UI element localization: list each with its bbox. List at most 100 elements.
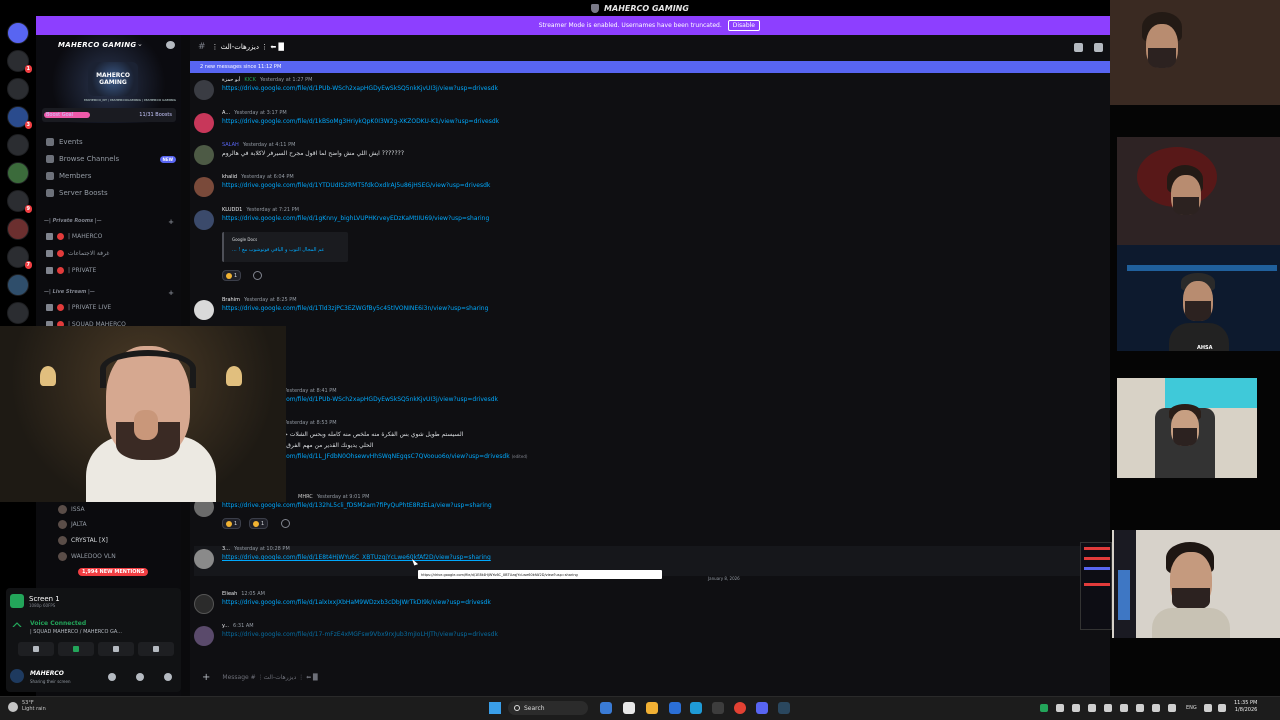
author[interactable]: Elieah (222, 591, 237, 597)
server-icon[interactable] (7, 274, 29, 296)
chevron-down-icon[interactable]: ⌄ (137, 40, 143, 48)
voice-channel[interactable]: | PRIVATE (46, 263, 96, 277)
avatar[interactable] (194, 626, 214, 646)
app-icon[interactable] (600, 702, 612, 714)
guild-name[interactable]: MAHERCO GAMING (58, 41, 136, 49)
server-icon[interactable] (7, 134, 29, 156)
tray-app-icon[interactable] (1088, 704, 1096, 712)
author[interactable]: 3... (222, 546, 230, 552)
signal-icon[interactable] (12, 622, 22, 632)
voice-member[interactable]: JALTA (58, 520, 87, 529)
screen-share-preview[interactable]: Screen 1 1080p 60FPS (10, 592, 176, 610)
weather-widget[interactable]: 53°F Light rain (22, 700, 46, 712)
wifi-icon[interactable] (1204, 704, 1212, 712)
new-mentions-badge[interactable]: 1,994 NEW MENTIONS (78, 568, 149, 576)
author[interactable]: A... (222, 110, 230, 116)
voice-channel[interactable]: غرفة الاجتماعات (46, 246, 109, 260)
taskbar-search[interactable]: Search (508, 701, 588, 715)
author[interactable]: SALAH (222, 142, 239, 148)
server-icon[interactable] (7, 218, 29, 240)
voice-member[interactable]: WALEDOO VLN (58, 552, 116, 561)
server-icon[interactable] (7, 78, 29, 100)
boost-goal-bar[interactable]: Boost Goal 11/31 Boosts (42, 108, 176, 122)
headphones-icon[interactable] (136, 673, 144, 681)
voice-status[interactable]: Voice Connected (30, 620, 86, 627)
add-reaction-icon[interactable] (253, 271, 262, 280)
avatar[interactable] (194, 549, 214, 569)
user-name[interactable]: MAHERCO (30, 670, 64, 677)
voice-channel-path[interactable]: | SQUAD MAHERCO / MAHERCO GA... (30, 629, 122, 635)
tray-app-icon[interactable] (1072, 704, 1080, 712)
nav-server-boosts[interactable]: Server Boosts (46, 186, 178, 200)
tray-app-icon[interactable] (1104, 704, 1112, 712)
category-live-stream[interactable]: —| Live Stream |— + (44, 289, 176, 297)
tray-app-icon[interactable] (1120, 704, 1128, 712)
server-icon[interactable]: 9 (7, 190, 32, 213)
avatar[interactable] (194, 210, 214, 230)
taskbar-clock[interactable]: 11:35 PM 1/8/2026 (1234, 700, 1257, 714)
avatar[interactable] (10, 669, 24, 683)
voice-member[interactable]: CRYSTAL [X] (58, 536, 108, 545)
activities-button[interactable] (98, 642, 134, 656)
message-link[interactable]: https://drive.google.com/file/d/17-mFzE4… (222, 631, 498, 638)
server-icon[interactable] (7, 22, 29, 44)
avatar[interactable] (194, 145, 214, 165)
screen-share-button[interactable] (58, 642, 94, 656)
steam-icon[interactable] (778, 702, 790, 714)
file-explorer-icon[interactable] (646, 702, 658, 714)
tray-app-icon[interactable] (1136, 704, 1144, 712)
windows-start-icon[interactable] (489, 702, 501, 714)
avatar[interactable] (194, 300, 214, 320)
app-icon[interactable] (712, 702, 724, 714)
server-icon[interactable]: 3 (7, 106, 32, 129)
message-link[interactable]: https://drive.google.com/file/d/1YTDUdIS… (222, 182, 490, 189)
app-icon[interactable] (669, 702, 681, 714)
message-link[interactable]: https://drive.google.com/file/d/1gKnny_b… (222, 215, 489, 222)
tray-app-icon[interactable] (1040, 704, 1048, 712)
avatar[interactable] (194, 594, 214, 614)
server-icon[interactable] (7, 302, 29, 324)
voice-channel[interactable]: | PRIVATE LIVE (46, 300, 111, 314)
tray-app-icon[interactable] (1152, 704, 1160, 712)
disable-streamer-mode-button[interactable]: Disable (727, 20, 760, 31)
add-reaction-icon[interactable] (281, 519, 290, 528)
voice-channel[interactable]: | MAHERCO (46, 229, 102, 243)
server-icon[interactable] (7, 162, 29, 184)
nav-events[interactable]: Events (46, 135, 178, 149)
voice-member[interactable]: ISSA (58, 505, 85, 514)
tray-app-icon[interactable] (1056, 704, 1064, 712)
pin-icon[interactable] (1074, 43, 1083, 52)
message-composer[interactable]: + Message # ⋮ديزرهات-الث ⋮ ⬅ █ (190, 666, 1110, 688)
volume-icon[interactable] (1218, 704, 1226, 712)
mute-icon[interactable] (1094, 43, 1103, 52)
message-link[interactable]: https://drive.google.com/file/d/1Tld3zjP… (222, 305, 488, 312)
chrome-icon[interactable] (734, 702, 746, 714)
avatar[interactable] (194, 177, 214, 197)
nav-members[interactable]: Members (46, 169, 178, 183)
reaction[interactable]: 1 (222, 518, 242, 529)
author[interactable]: khalid (222, 174, 237, 180)
embed-title[interactable]: عم المجال التوب و الياقي فوتوشوب مع ! ..… (232, 247, 324, 253)
server-icon[interactable]: 7 (7, 246, 32, 269)
weather-icon[interactable] (8, 702, 18, 712)
reaction[interactable]: 1 (249, 518, 269, 529)
server-icon[interactable]: 1 (7, 50, 32, 73)
reaction[interactable]: 1 (222, 270, 242, 281)
add-channel-icon[interactable]: + (168, 218, 174, 226)
new-messages-bar[interactable]: 2 new messages since 11:12 PM (190, 61, 1110, 73)
composer-placeholder[interactable]: Message # ⋮ديزرهات-الث ⋮ ⬅ █ (222, 674, 317, 681)
author[interactable]: أبو حمزة (222, 77, 240, 83)
category-private-rooms[interactable]: —| Private Rooms |— + (44, 218, 176, 226)
add-user-icon[interactable] (166, 41, 175, 49)
settings-gear-icon[interactable] (164, 673, 172, 681)
message-link[interactable]: https://drive.google.com/file/d/132hL5cl… (222, 502, 492, 509)
camera-button[interactable] (18, 642, 54, 656)
avatar[interactable] (194, 113, 214, 133)
message-link[interactable]: https://drive.google.com/file/d/1kBSoMg3… (222, 118, 499, 125)
message-link[interactable]: https://drive.google.com/file/d/1E8t4HjW… (222, 554, 491, 561)
discord-icon[interactable] (756, 702, 768, 714)
nav-browse-channels[interactable]: Browse Channels NEW (46, 152, 178, 166)
author[interactable]: y... (222, 623, 229, 629)
author[interactable]: Brahim (222, 297, 240, 303)
language-indicator[interactable]: ENG (1186, 705, 1197, 711)
